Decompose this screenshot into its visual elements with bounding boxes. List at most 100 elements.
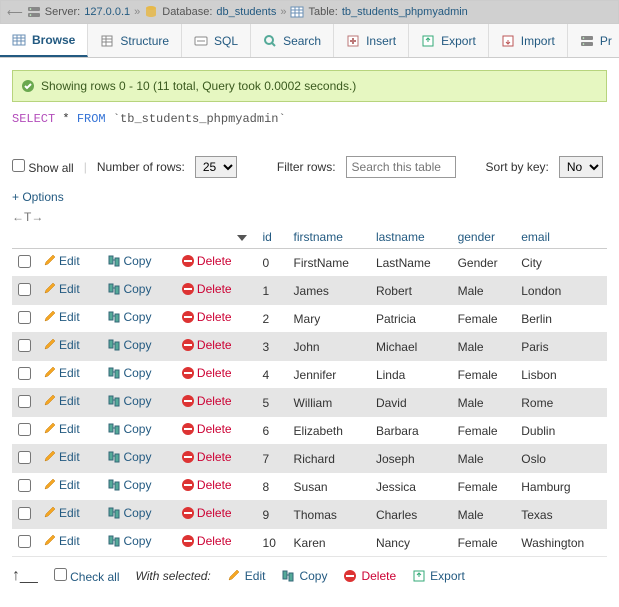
row-copy[interactable]: Copy bbox=[107, 254, 151, 268]
col-gender[interactable]: gender bbox=[458, 230, 495, 244]
cell-gender: Female bbox=[452, 361, 516, 389]
copy-icon bbox=[107, 478, 121, 492]
pencil-icon bbox=[43, 478, 57, 492]
tab-privileges[interactable]: Pr bbox=[568, 24, 619, 57]
table-row: EditCopyDelete9ThomasCharlesMaleTexas bbox=[12, 501, 607, 529]
row-delete[interactable]: Delete bbox=[181, 282, 232, 296]
row-copy[interactable]: Copy bbox=[107, 534, 151, 548]
row-copy[interactable]: Copy bbox=[107, 310, 151, 324]
nav-handle[interactable]: ⟵ bbox=[7, 6, 23, 19]
row-copy[interactable]: Copy bbox=[107, 422, 151, 436]
delete-icon bbox=[181, 366, 195, 380]
cell-firstname: FirstName bbox=[288, 249, 370, 277]
col-id[interactable]: id bbox=[263, 230, 272, 244]
cell-id: 4 bbox=[257, 361, 288, 389]
pencil-icon bbox=[43, 338, 57, 352]
bulk-export[interactable]: Export bbox=[412, 569, 465, 583]
pencil-icon bbox=[43, 506, 57, 520]
row-checkbox[interactable] bbox=[18, 339, 31, 352]
delete-icon bbox=[181, 506, 195, 520]
row-checkbox[interactable] bbox=[18, 535, 31, 548]
row-copy[interactable]: Copy bbox=[107, 338, 151, 352]
table-row: EditCopyDelete4JenniferLindaFemaleLisbon bbox=[12, 361, 607, 389]
rows-select[interactable]: 25 bbox=[195, 156, 237, 178]
col-lastname[interactable]: lastname bbox=[376, 230, 425, 244]
row-checkbox[interactable] bbox=[18, 507, 31, 520]
filter-input[interactable] bbox=[346, 156, 456, 178]
cell-lastname: Barbara bbox=[370, 417, 452, 445]
tab-export[interactable]: Export bbox=[409, 24, 489, 57]
sql-from: FROM bbox=[77, 112, 106, 126]
show-all[interactable]: Show all bbox=[12, 159, 74, 175]
row-edit[interactable]: Edit bbox=[43, 478, 80, 492]
bulk-delete[interactable]: Delete bbox=[343, 569, 396, 583]
col-firstname[interactable]: firstname bbox=[294, 230, 343, 244]
cell-lastname: Michael bbox=[370, 333, 452, 361]
row-delete[interactable]: Delete bbox=[181, 422, 232, 436]
bulk-edit[interactable]: Edit bbox=[227, 569, 266, 583]
sort-select[interactable]: No bbox=[559, 156, 603, 178]
row-checkbox[interactable] bbox=[18, 423, 31, 436]
row-edit[interactable]: Edit bbox=[43, 310, 80, 324]
check-all[interactable]: Check all bbox=[54, 568, 120, 584]
row-delete[interactable]: Delete bbox=[181, 310, 232, 324]
tab-search[interactable]: Search bbox=[251, 24, 334, 57]
cell-email: City bbox=[515, 249, 607, 277]
row-delete[interactable]: Delete bbox=[181, 394, 232, 408]
row-edit[interactable]: Edit bbox=[43, 506, 80, 520]
server-link[interactable]: 127.0.0.1 bbox=[84, 6, 130, 18]
row-delete[interactable]: Delete bbox=[181, 254, 232, 268]
row-copy[interactable]: Copy bbox=[107, 450, 151, 464]
row-checkbox[interactable] bbox=[18, 311, 31, 324]
sql-select: SELECT bbox=[12, 112, 55, 126]
row-delete[interactable]: Delete bbox=[181, 366, 232, 380]
row-delete[interactable]: Delete bbox=[181, 450, 232, 464]
row-edit[interactable]: Edit bbox=[43, 254, 80, 268]
tab-import[interactable]: Import bbox=[489, 24, 568, 57]
tab-browse[interactable]: Browse bbox=[0, 24, 88, 57]
show-all-checkbox[interactable] bbox=[12, 159, 25, 172]
row-checkbox[interactable] bbox=[18, 479, 31, 492]
bulk-copy[interactable]: Copy bbox=[281, 569, 327, 583]
row-copy[interactable]: Copy bbox=[107, 366, 151, 380]
rows-label: Number of rows: bbox=[97, 160, 185, 174]
row-edit[interactable]: Edit bbox=[43, 450, 80, 464]
tab-sql[interactable]: SQL bbox=[182, 24, 251, 57]
row-edit[interactable]: Edit bbox=[43, 338, 80, 352]
row-copy[interactable]: Copy bbox=[107, 282, 151, 296]
check-all-checkbox[interactable] bbox=[54, 568, 67, 581]
row-checkbox[interactable] bbox=[18, 451, 31, 464]
pencil-icon bbox=[43, 254, 57, 268]
row-edit[interactable]: Edit bbox=[43, 394, 80, 408]
row-delete[interactable]: Delete bbox=[181, 478, 232, 492]
tab-label: Pr bbox=[600, 34, 612, 48]
options-toggle[interactable]: + Options bbox=[12, 190, 64, 204]
row-edit[interactable]: Edit bbox=[43, 534, 80, 548]
row-edit[interactable]: Edit bbox=[43, 422, 80, 436]
db-link[interactable]: db_students bbox=[216, 6, 276, 18]
pencil-icon bbox=[43, 394, 57, 408]
copy-icon bbox=[107, 450, 121, 464]
row-checkbox[interactable] bbox=[18, 395, 31, 408]
cell-gender: Female bbox=[452, 473, 516, 501]
cell-email: Texas bbox=[515, 501, 607, 529]
row-checkbox[interactable] bbox=[18, 367, 31, 380]
row-delete[interactable]: Delete bbox=[181, 534, 232, 548]
cell-id: 10 bbox=[257, 529, 288, 557]
sort-indicator-icon[interactable] bbox=[237, 235, 247, 241]
tab-insert[interactable]: Insert bbox=[334, 24, 409, 57]
row-delete[interactable]: Delete bbox=[181, 506, 232, 520]
row-copy[interactable]: Copy bbox=[107, 506, 151, 520]
row-checkbox[interactable] bbox=[18, 283, 31, 296]
check-all-label: Check all bbox=[70, 570, 119, 584]
row-copy[interactable]: Copy bbox=[107, 478, 151, 492]
tab-structure[interactable]: Structure bbox=[88, 24, 182, 57]
col-email[interactable]: email bbox=[521, 230, 550, 244]
row-edit[interactable]: Edit bbox=[43, 366, 80, 380]
row-checkbox[interactable] bbox=[18, 255, 31, 268]
row-delete[interactable]: Delete bbox=[181, 338, 232, 352]
table-link[interactable]: tb_students_phpmyadmin bbox=[342, 6, 468, 18]
cell-email: Paris bbox=[515, 333, 607, 361]
row-copy[interactable]: Copy bbox=[107, 394, 151, 408]
row-edit[interactable]: Edit bbox=[43, 282, 80, 296]
